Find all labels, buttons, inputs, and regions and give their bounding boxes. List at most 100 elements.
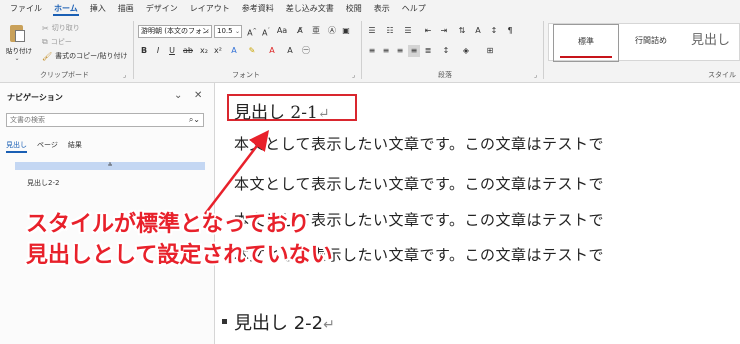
justify-icon[interactable]: ≡ <box>408 45 420 57</box>
chevron-down-icon: ⌄ <box>234 28 240 35</box>
copy-icon: ⧉ <box>42 37 48 46</box>
asian-layout-icon[interactable]: A <box>472 25 484 37</box>
copy-label: コピー <box>50 38 72 46</box>
annotation-callout: スタイルが標準となっており 見出しとして設定されていない <box>26 209 333 271</box>
heading-2-2[interactable]: 見出し 2-2↵ <box>234 309 335 335</box>
paste-icon <box>8 23 26 43</box>
phonetic-guide-icon[interactable]: 亜 <box>310 25 322 37</box>
decrease-indent-icon[interactable]: ⇤ <box>422 25 434 37</box>
char-shading-icon[interactable]: A <box>284 45 296 57</box>
tab-help[interactable]: ヘルプ <box>396 0 432 17</box>
italic-icon[interactable]: I <box>152 45 164 57</box>
show-marks-icon[interactable]: ¶ <box>504 25 516 37</box>
strikethrough-icon[interactable]: ab <box>182 45 194 57</box>
font-name-select[interactable]: 游明朝 (本文のフォン ⌄ <box>138 25 212 38</box>
bullets-icon[interactable]: ☰ <box>366 25 378 37</box>
highlight-icon[interactable]: ✎ <box>246 45 258 57</box>
superscript-icon[interactable]: x² <box>212 45 224 57</box>
tab-references[interactable]: 参考資料 <box>236 0 280 17</box>
heading-2-1-text: 見出し 2-1 <box>234 103 318 123</box>
numbering-icon[interactable]: ☷ <box>384 25 396 37</box>
heading-2-1[interactable]: 見出し 2-1↵ <box>234 98 330 123</box>
chevron-down-icon: ⌄ <box>204 28 210 35</box>
font-size-select[interactable]: 10.5 ⌄ <box>214 25 242 38</box>
format-painter-button[interactable]: 🖌 書式のコピー/貼り付け <box>42 51 128 61</box>
tab-pages[interactable]: ページ <box>37 140 58 153</box>
clipboard-group-label: クリップボード <box>40 71 89 79</box>
tab-review[interactable]: 校閲 <box>340 0 368 17</box>
format-painter-label: 書式のコピー/貼り付け <box>55 52 128 60</box>
tab-headings[interactable]: 見出し <box>6 140 27 153</box>
subscript-icon[interactable]: x₂ <box>198 45 210 57</box>
style-gallery: 標準 行間詰め 見出し <box>548 23 740 62</box>
line-spacing-icon[interactable]: ↕ <box>440 45 452 57</box>
nav-search-placeholder: 文書の検索 <box>10 116 45 124</box>
text-effects-icon[interactable]: A <box>228 45 240 57</box>
text-direction-icon[interactable]: ⇅ <box>456 25 468 37</box>
borders-icon[interactable]: ⊞ <box>484 45 496 57</box>
paragraph-launcher-icon[interactable]: ⌟ <box>534 71 537 79</box>
heading-2-2-text: 見出し 2-2 <box>234 313 324 334</box>
tab-file[interactable]: ファイル <box>4 0 48 17</box>
tab-results[interactable]: 結果 <box>68 140 82 153</box>
copy-button[interactable]: ⧉ コピー <box>42 37 72 47</box>
distributed-icon[interactable]: ≣ <box>422 45 434 57</box>
increase-indent-icon[interactable]: ⇥ <box>438 25 450 37</box>
grow-font-icon[interactable]: A^ <box>246 25 258 40</box>
char-border-icon[interactable]: ▣ <box>340 25 352 37</box>
divider <box>361 21 362 79</box>
ribbon-tab-bar: ファイル ホーム 挿入 描画 デザイン レイアウト 参考資料 差し込み文書 校閲… <box>0 0 740 17</box>
shrink-font-icon[interactable]: Aˇ <box>260 25 272 40</box>
cut-label: 切り取り <box>51 24 80 32</box>
nav-tabs: 見出し ページ 結果 <box>6 140 82 153</box>
ribbon: 貼り付け ⌄ ✂ 切り取り ⧉ コピー 🖌 書式のコピー/貼り付け クリップボー… <box>0 17 740 83</box>
sort-icon[interactable]: ↕ <box>488 25 500 37</box>
style-heading[interactable]: 見出し <box>683 24 740 62</box>
font-color-icon[interactable]: A <box>266 45 278 57</box>
tab-view[interactable]: 表示 <box>368 0 396 17</box>
tab-layout[interactable]: レイアウト <box>184 0 236 17</box>
nav-heading-item[interactable]: 見出し2-2 <box>27 178 59 188</box>
enclose-char-icon[interactable]: Ⓐ <box>326 25 338 37</box>
enclosed-char-icon[interactable]: ㊀ <box>300 45 312 57</box>
style-normal[interactable]: 標準 <box>553 24 619 62</box>
clipboard-launcher-icon[interactable]: ⌟ <box>123 71 126 79</box>
format-painter-icon: 🖌 <box>42 51 53 61</box>
align-right-icon[interactable]: ≡ <box>394 45 406 57</box>
multilevel-list-icon[interactable]: ☰ <box>402 25 414 37</box>
font-size-value: 10.5 <box>217 27 233 35</box>
divider <box>133 21 134 79</box>
paste-dropdown-icon[interactable]: ⌄ <box>6 55 28 62</box>
body-paragraph[interactable]: 本文として表示したい文章です。この文章はテストで <box>234 133 604 154</box>
bold-icon[interactable]: B <box>138 45 150 57</box>
tab-design[interactable]: デザイン <box>140 0 184 17</box>
body-paragraph[interactable]: 本文として表示したい文章です。この文章はテストで <box>234 173 604 194</box>
tab-insert[interactable]: 挿入 <box>84 0 112 17</box>
underline-icon[interactable]: U <box>166 45 178 57</box>
tab-mailings[interactable]: 差し込み文書 <box>280 0 340 17</box>
nav-search-input[interactable]: 文書の検索 ⌕⌄ <box>6 113 204 127</box>
annotation-line-1: スタイルが標準となっており <box>26 212 310 237</box>
tab-home[interactable]: ホーム <box>48 0 84 17</box>
divider <box>543 21 544 79</box>
align-center-icon[interactable]: ≡ <box>380 45 392 57</box>
change-case-icon[interactable]: Aa <box>276 25 288 37</box>
close-icon[interactable]: ✕ <box>194 90 202 101</box>
paragraph-mark-icon: ↵ <box>323 317 335 333</box>
cut-button[interactable]: ✂ 切り取り <box>42 23 80 33</box>
font-group-label: フォント <box>232 71 260 79</box>
tab-draw[interactable]: 描画 <box>112 0 140 17</box>
paste-button[interactable]: 貼り付け ⌄ <box>6 23 32 62</box>
chevron-down-icon[interactable]: ⌄ <box>174 90 182 101</box>
nav-collapsed-heading[interactable]: ≚ <box>15 162 205 170</box>
font-name-value: 游明朝 (本文のフォン <box>141 27 209 35</box>
scissors-icon: ✂ <box>42 23 49 33</box>
heading-bullet-icon <box>222 319 227 324</box>
search-icon[interactable]: ⌕⌄ <box>189 114 200 126</box>
shading-icon[interactable]: ◈ <box>460 45 472 57</box>
font-launcher-icon[interactable]: ⌟ <box>352 71 355 79</box>
align-left-icon[interactable]: ≡ <box>366 45 378 57</box>
style-no-spacing[interactable]: 行間詰め <box>621 24 681 62</box>
clear-format-icon[interactable]: A̸ <box>294 25 306 37</box>
styles-group-label: スタイル <box>708 71 736 79</box>
